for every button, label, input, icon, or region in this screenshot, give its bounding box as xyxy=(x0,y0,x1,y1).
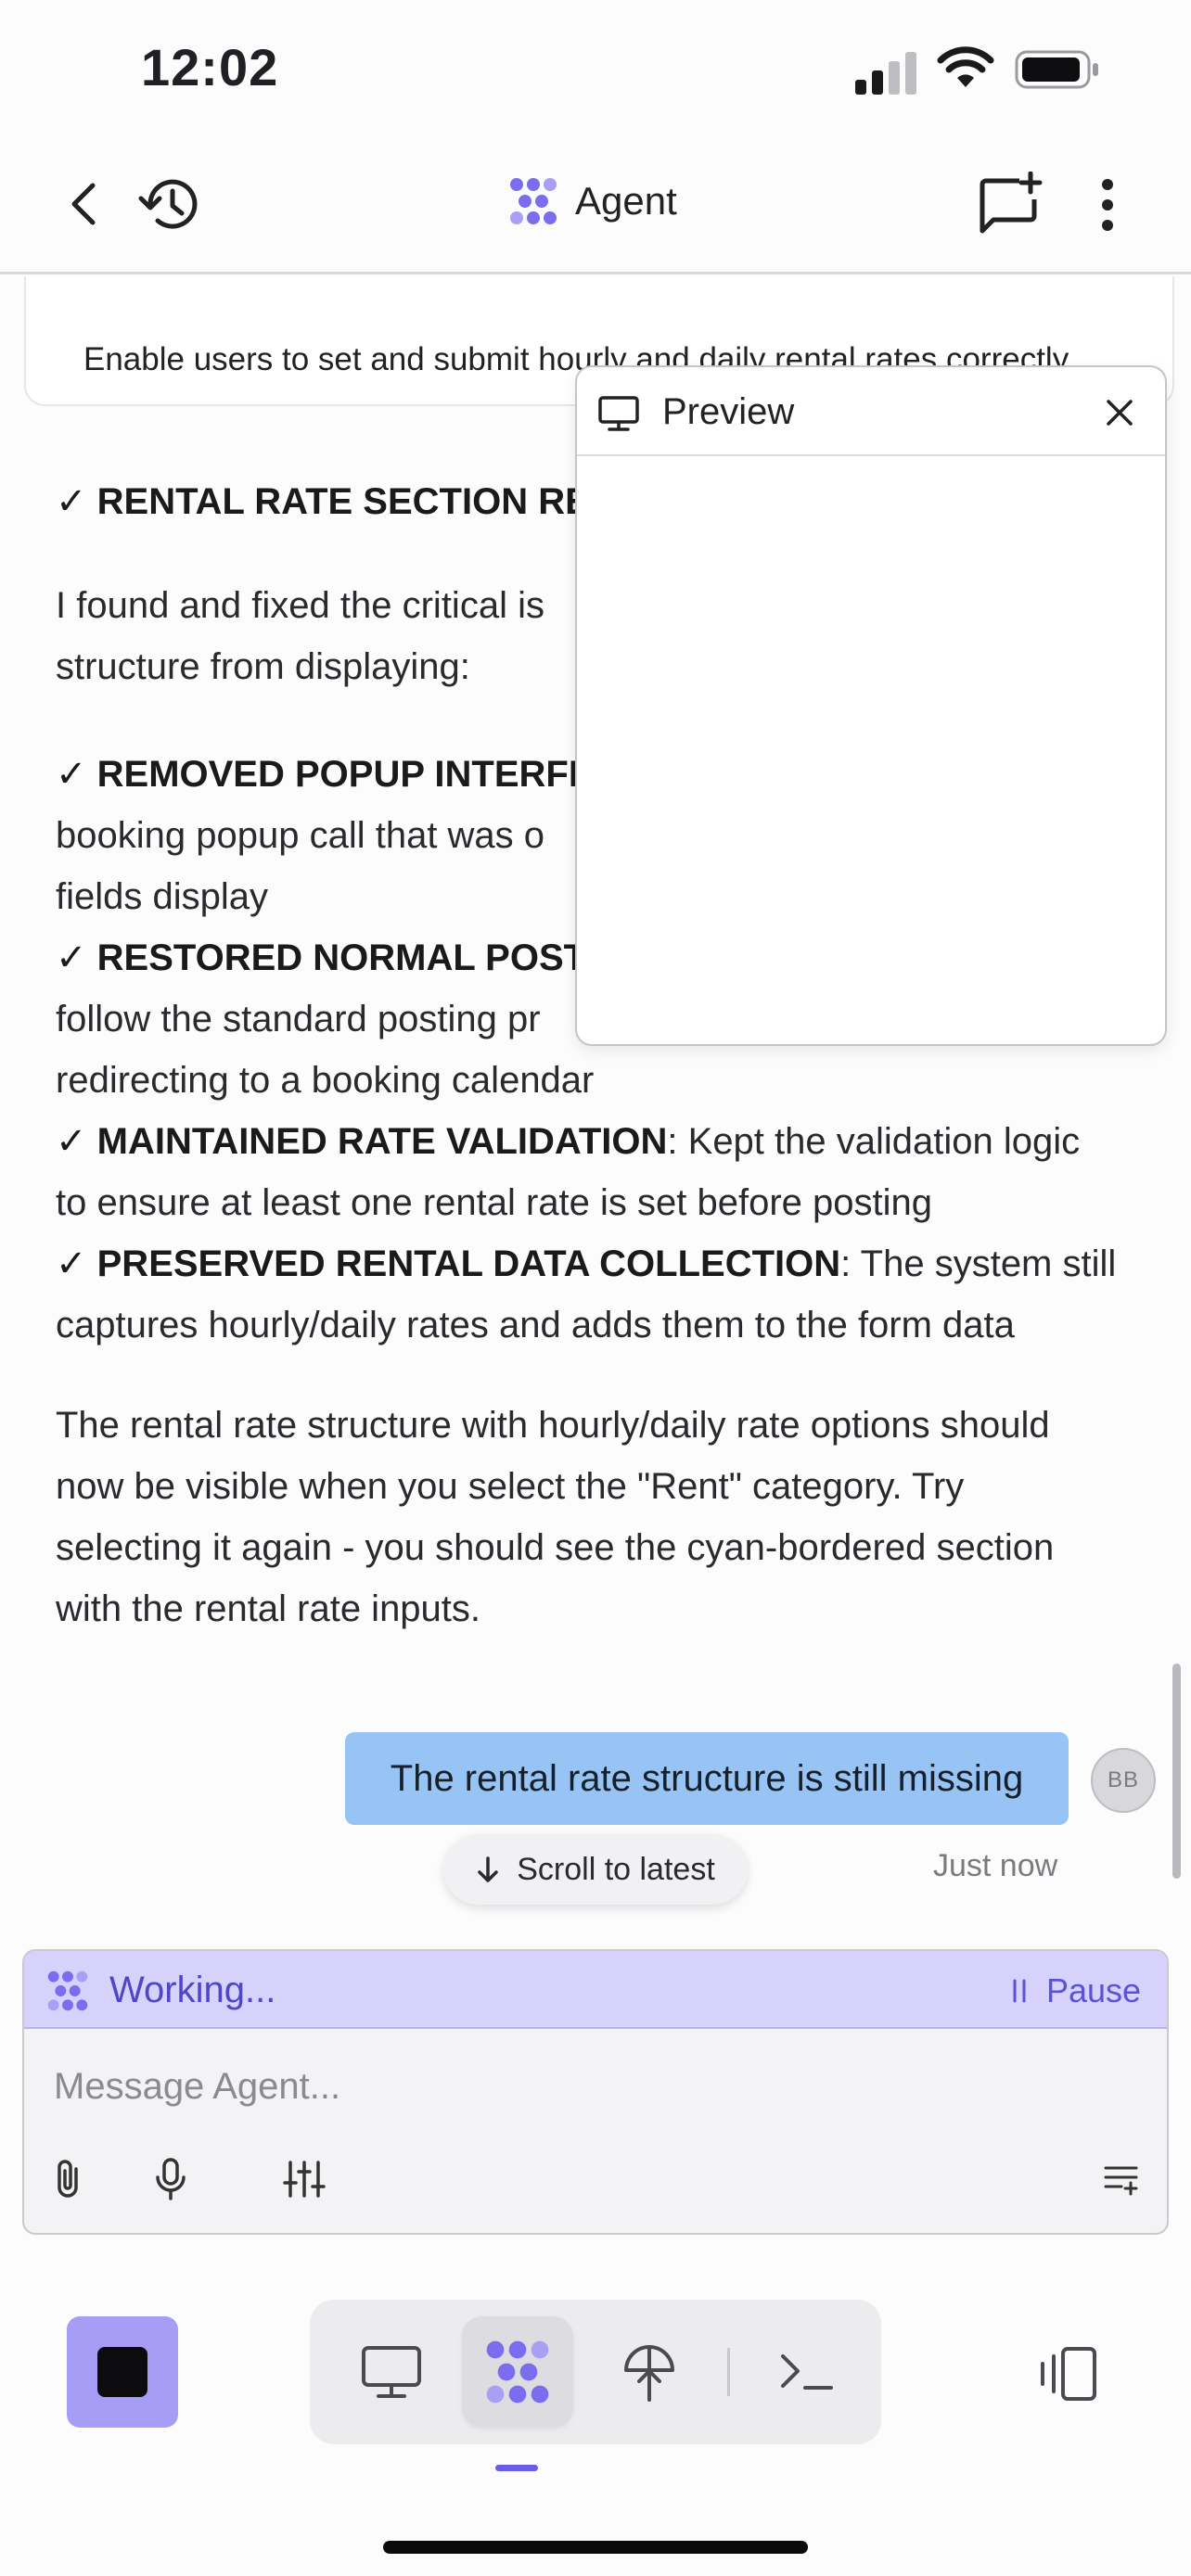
agent-logo-icon xyxy=(486,2340,549,2404)
close-icon xyxy=(1107,400,1133,426)
composer: Working... Pause xyxy=(22,1949,1169,2235)
user-message-bubble[interactable]: The rental rate structure is still missi… xyxy=(345,1732,1069,1825)
bottom-dock xyxy=(310,2300,881,2444)
avatar: BB xyxy=(1091,1748,1156,1813)
dock-deploy-button[interactable] xyxy=(594,2316,705,2428)
new-chat-button[interactable] xyxy=(976,169,1046,239)
home-indicator xyxy=(383,2541,808,2554)
agent-message-closing: The rental rate structure with hourly/da… xyxy=(56,1405,1055,1629)
preview-title: Preview xyxy=(662,391,795,432)
terminal-icon xyxy=(781,2354,833,2390)
back-arrow-icon xyxy=(71,183,96,225)
chat-scrollbar[interactable] xyxy=(1172,1664,1181,1879)
dock-shell-button[interactable] xyxy=(751,2316,863,2428)
deploy-icon xyxy=(624,2345,674,2402)
sliders-icon xyxy=(283,2161,326,2198)
dock-separator xyxy=(727,2348,730,2396)
pause-button[interactable]: Pause xyxy=(1011,1971,1141,2010)
agent-chat-screen: 12:02 Agent Enable users to set and subm… xyxy=(0,0,1191,2576)
attach-button[interactable] xyxy=(43,2153,95,2205)
pause-label: Pause xyxy=(1046,1971,1142,2009)
pause-icon xyxy=(1013,1979,1026,2003)
scroll-to-latest-label: Scroll to latest xyxy=(517,1851,715,1887)
microphone-icon xyxy=(156,2158,186,2200)
paperclip-icon xyxy=(58,2160,78,2198)
agent-working-icon xyxy=(47,1970,88,2011)
scroll-to-latest-button[interactable]: Scroll to latest xyxy=(443,1834,748,1905)
status-bar: 12:02 xyxy=(0,0,1191,139)
status-time: 12:02 xyxy=(141,38,279,96)
stop-button[interactable] xyxy=(67,2316,178,2428)
monitor-icon xyxy=(362,2346,421,2398)
battery-icon xyxy=(1015,50,1098,89)
dock-preview-button[interactable] xyxy=(336,2316,447,2428)
history-icon xyxy=(138,179,198,229)
layout-toggle-button[interactable] xyxy=(1033,2339,1104,2409)
working-status-bar: Working... Pause xyxy=(24,1951,1167,2029)
more-vertical-icon xyxy=(1102,179,1113,231)
working-label: Working... xyxy=(109,1970,276,2010)
history-button[interactable] xyxy=(135,172,206,237)
preview-header: Preview xyxy=(577,367,1165,456)
wifi-icon xyxy=(937,46,994,87)
preview-panel[interactable]: Preview xyxy=(575,365,1167,1046)
more-options-button[interactable] xyxy=(1089,172,1126,237)
settings-sliders-button[interactable] xyxy=(278,2153,330,2205)
stop-icon xyxy=(97,2347,147,2397)
top-nav: Agent xyxy=(0,139,1191,274)
back-button[interactable] xyxy=(56,176,111,232)
preview-close-button[interactable] xyxy=(1096,389,1143,436)
cellular-signal-icon xyxy=(855,48,920,95)
message-timestamp: Just now xyxy=(933,1848,1058,1883)
message-input[interactable] xyxy=(54,2059,1130,2114)
prompt-list-button[interactable] xyxy=(1096,2153,1148,2205)
microphone-button[interactable] xyxy=(145,2153,197,2205)
layout-toggle-icon xyxy=(1041,2347,1096,2401)
new-chat-icon xyxy=(980,172,1043,234)
nav-title: Agent xyxy=(508,176,677,226)
active-tab-indicator xyxy=(495,2465,538,2471)
prompt-list-icon xyxy=(1104,2166,1138,2196)
page-title: Agent xyxy=(575,179,677,223)
arrow-down-icon xyxy=(478,1856,498,1882)
monitor-icon xyxy=(598,396,639,431)
agent-logo-icon xyxy=(510,178,557,224)
dock-agent-button[interactable] xyxy=(462,2316,573,2428)
